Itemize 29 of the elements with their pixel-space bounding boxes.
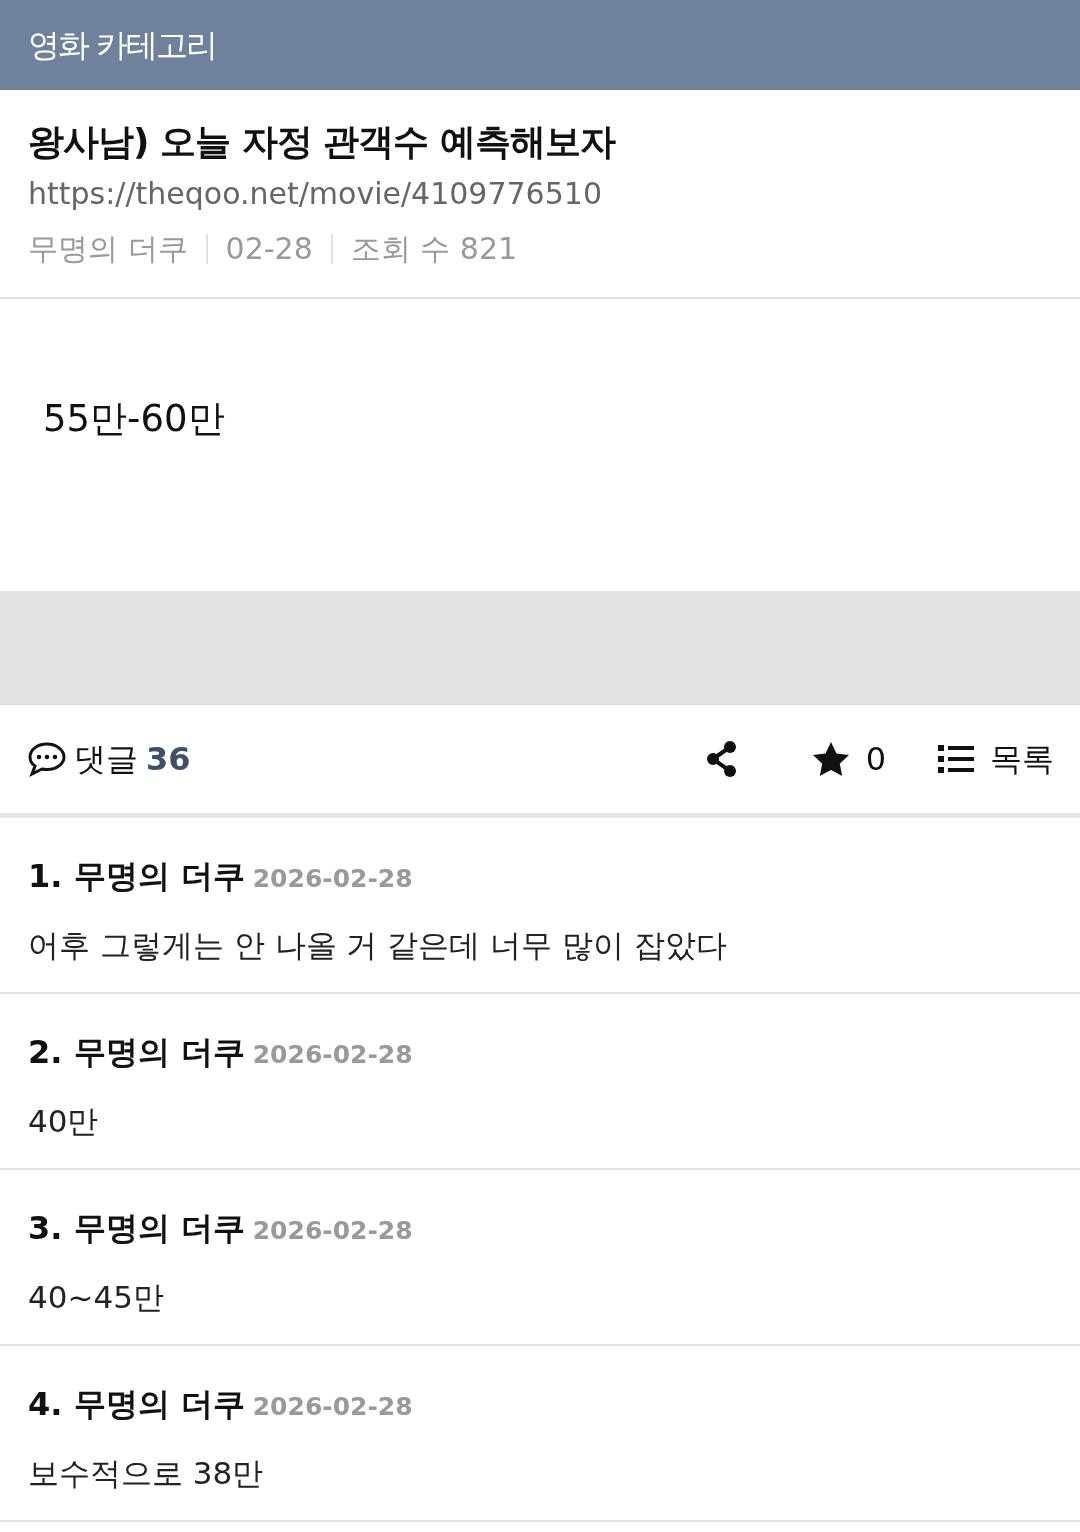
post-url[interactable]: https://theqoo.net/movie/4109776510 — [28, 171, 1052, 217]
comment-date: 2026-02-28 — [252, 1391, 413, 1424]
view-count: 조회 수 821 — [350, 230, 518, 269]
comment-text: 보수적으로 38만 — [28, 1454, 265, 1494]
comment-author: 2. 무명의 더쿠 — [28, 1032, 245, 1074]
comment-date: 2026-02-28 — [252, 1039, 413, 1072]
post-title: 왕사남) 오늘 자정 관객수 예측해보자 — [28, 120, 617, 164]
list-button[interactable]: 목록 — [938, 735, 1054, 784]
post-date: 02-28 — [225, 230, 313, 269]
comment-author: 4. 무명의 더쿠 — [28, 1384, 245, 1426]
speech-bubble-icon — [28, 741, 66, 778]
share-icon — [705, 741, 738, 778]
comment-date: 2026-02-28 — [252, 1215, 413, 1248]
list-icon — [938, 744, 974, 775]
category-title[interactable]: 영화 카테고리 — [28, 21, 217, 69]
comments-label: 댓글 — [74, 739, 138, 781]
post-author: 무명의 더쿠 — [28, 230, 188, 269]
comment-text: 40만 — [28, 1102, 100, 1142]
star-icon — [811, 741, 850, 778]
share-button[interactable] — [705, 741, 738, 778]
comments-link[interactable]: 댓글 36 — [28, 735, 191, 784]
comment-date: 2026-02-28 — [252, 863, 413, 896]
comment-text: 어후 그렇게는 안 나올 거 같은데 너무 많이 잡았다 — [28, 926, 728, 966]
comment-count: 36 — [146, 739, 191, 781]
comment-text: 40~45만 — [28, 1278, 165, 1318]
comment-author: 1. 무명의 더쿠 — [28, 856, 245, 898]
post-body: 55만-60만 — [43, 397, 225, 441]
favorite-button[interactable]: 0 — [811, 735, 886, 784]
comment-author: 3. 무명의 더쿠 — [28, 1208, 245, 1250]
